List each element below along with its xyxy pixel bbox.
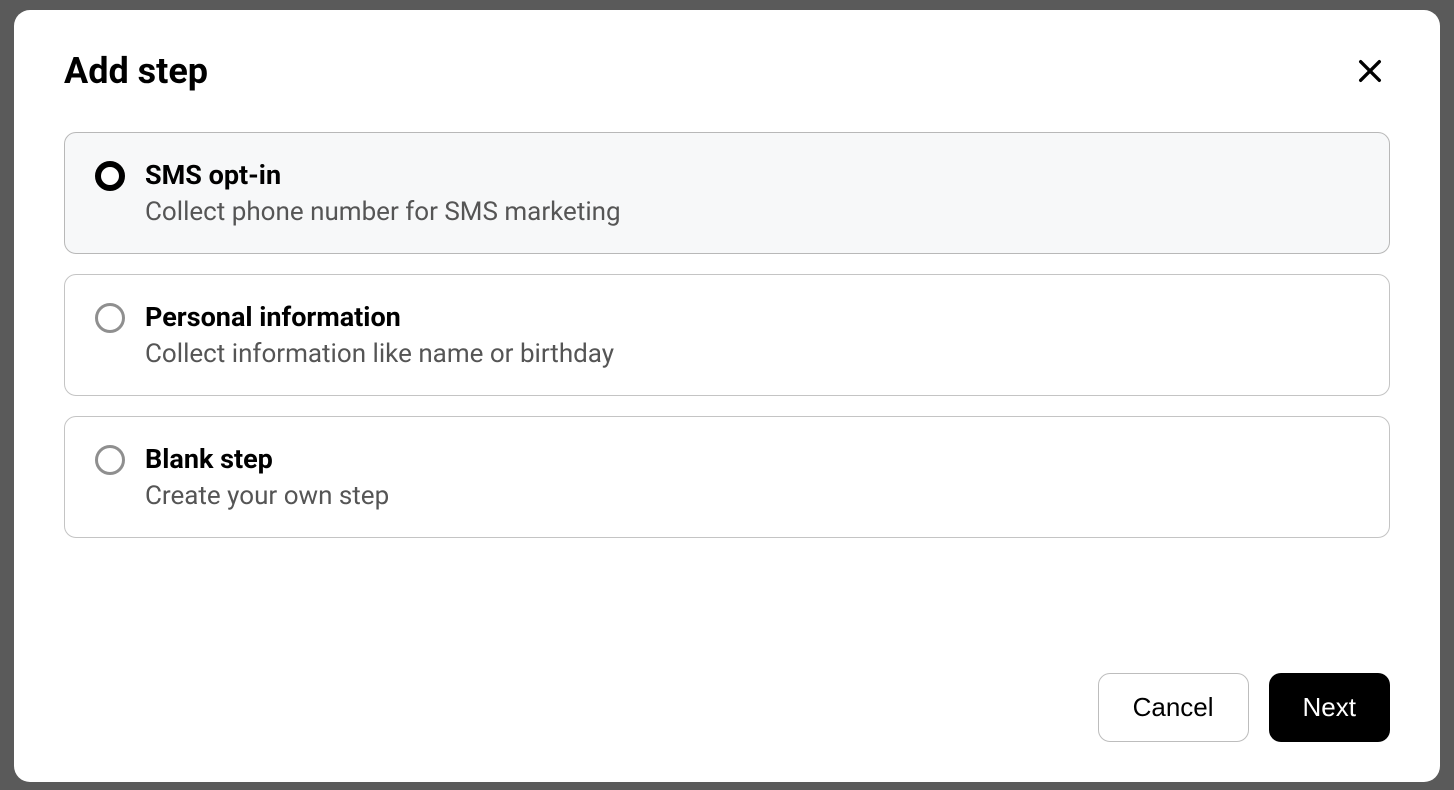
option-title: SMS opt-in: [145, 159, 621, 191]
close-icon: [1354, 55, 1386, 87]
next-button[interactable]: Next: [1269, 673, 1390, 742]
radio-unselected-icon: [95, 303, 125, 333]
option-text: Personal information Collect information…: [145, 301, 614, 369]
add-step-modal: Add step SMS opt-in Collect phone number…: [14, 10, 1440, 782]
cancel-button[interactable]: Cancel: [1098, 673, 1249, 742]
modal-footer: Cancel Next: [64, 673, 1390, 742]
option-title: Personal information: [145, 301, 614, 333]
option-personal-information[interactable]: Personal information Collect information…: [64, 274, 1390, 396]
close-button[interactable]: [1350, 51, 1390, 91]
option-blank-step[interactable]: Blank step Create your own step: [64, 416, 1390, 538]
modal-header: Add step: [64, 50, 1390, 92]
option-description: Create your own step: [145, 481, 389, 511]
modal-title: Add step: [64, 50, 208, 92]
option-title: Blank step: [145, 443, 389, 475]
option-sms-opt-in[interactable]: SMS opt-in Collect phone number for SMS …: [64, 132, 1390, 254]
option-text: Blank step Create your own step: [145, 443, 389, 511]
radio-unselected-icon: [95, 445, 125, 475]
option-text: SMS opt-in Collect phone number for SMS …: [145, 159, 621, 227]
radio-selected-icon: [95, 161, 125, 191]
step-options: SMS opt-in Collect phone number for SMS …: [64, 132, 1390, 643]
option-description: Collect phone number for SMS marketing: [145, 197, 621, 227]
option-description: Collect information like name or birthda…: [145, 339, 614, 369]
